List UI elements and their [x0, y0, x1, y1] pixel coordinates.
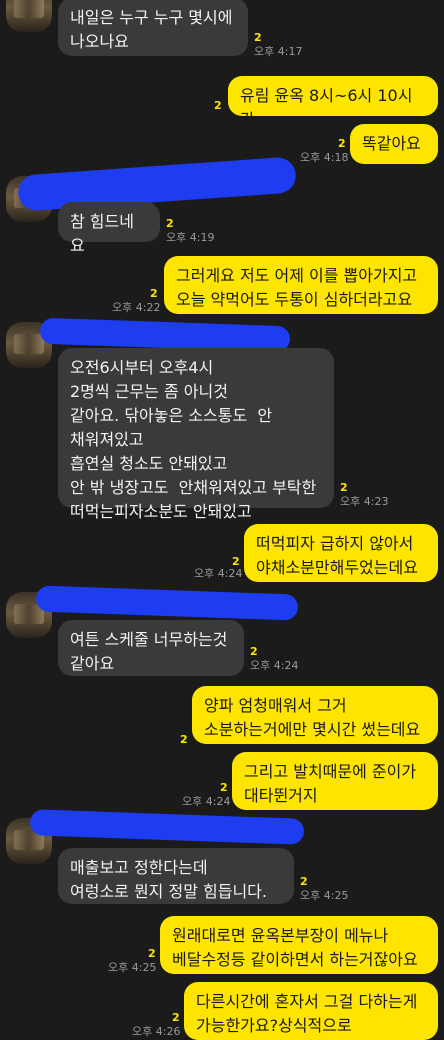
unread-count: 2 [150, 287, 158, 300]
message-time: 오후 4:22 [112, 301, 161, 314]
message-bubble[interactable]: 양파 엄청매워서 그거 소분하는거에만 몇시간 썼는데요 [192, 686, 438, 744]
unread-count: 2 [172, 1011, 180, 1024]
avatar[interactable] [6, 0, 52, 32]
message-time: 오후 4:19 [166, 231, 215, 244]
message-bubble[interactable]: 오전6시부터 오후4시 2명씩 근무는 좀 아니것 같아요. 닦아놓은 소스통도… [58, 348, 334, 521]
message-time: 오후 4:24 [250, 659, 299, 672]
message-bubble[interactable]: 똑같아요 [350, 124, 438, 164]
unread-count: 2 [250, 645, 258, 658]
redacted-name [35, 585, 299, 621]
message-time: 오후 4:24 [194, 567, 243, 580]
unread-count: 2 [214, 99, 222, 112]
redacted-name [17, 156, 297, 212]
unread-count: 2 [300, 875, 308, 888]
message-bubble[interactable]: 다른시간에 혼자서 그걸 다하는게 가능한가요?상식적으로 [184, 982, 438, 1040]
message-bubble[interactable]: 떠먹피자 급하지 않아서 야채소분만해두었는데요 [244, 524, 438, 582]
message-time: 오후 4:18 [300, 151, 349, 164]
message-bubble[interactable]: 원래대로면 윤옥본부장이 메뉴나 베달수정등 같이하면서 하는거잖아요 [160, 916, 438, 974]
message-time: 오후 4:17 [254, 45, 303, 58]
message-bubble[interactable]: 매출보고 정한다는데 여렁소로 뭔지 정말 힘듭니다. [58, 848, 294, 904]
message-bubble[interactable]: 유림 윤옥 8시~6시 10시간 [228, 76, 438, 129]
unread-count: 2 [166, 217, 174, 230]
message-bubble[interactable]: 그리고 발치때문에 준이가 대타뛴거지 [232, 752, 438, 810]
message-bubble[interactable]: 여튼 스케줄 너무하는것 같아요 [58, 620, 244, 676]
redacted-name [29, 809, 305, 845]
message-bubble[interactable]: 내일은 누구 누구 몇시에 나오나요 [58, 0, 248, 56]
message-bubble[interactable]: 그러게요 저도 어제 이를 뽑아가지고 오늘 약먹어도 두통이 심하더라고요 [164, 256, 438, 314]
message-time: 오후 4:26 [132, 1025, 181, 1038]
unread-count: 2 [254, 31, 262, 44]
unread-count: 2 [180, 733, 188, 746]
message-time: 오후 4:25 [300, 889, 349, 902]
unread-count: 2 [220, 781, 228, 794]
message-bubble[interactable]: 참 힘드네요 [58, 202, 160, 255]
unread-count: 2 [338, 137, 346, 150]
unread-count: 2 [340, 481, 348, 494]
message-time: 오후 4:25 [108, 961, 157, 974]
message-time: 오후 4:23 [340, 495, 389, 508]
message-time: 오후 4:24 [182, 795, 231, 808]
unread-count: 2 [148, 947, 156, 960]
